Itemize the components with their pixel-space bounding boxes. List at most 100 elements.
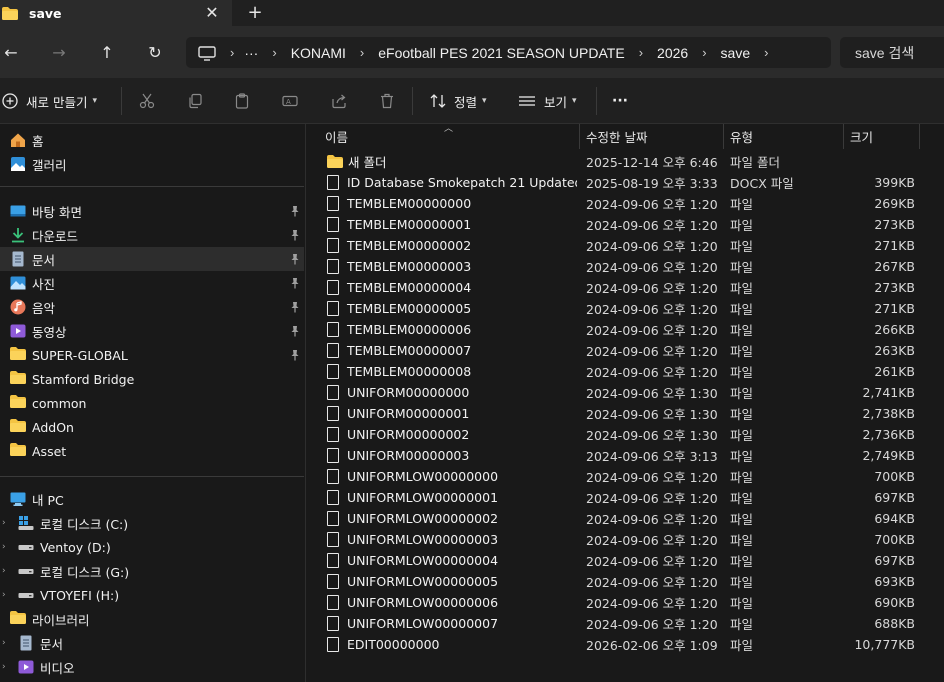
copy-icon[interactable] [185, 91, 205, 111]
column-header-name[interactable]: 이름 [325, 124, 348, 149]
sidebar-item-drive-1[interactable]: › Ventoy (D:) [0, 535, 304, 559]
sidebar-item-library-1[interactable]: › 비디오 [0, 655, 304, 679]
chevron-right-icon[interactable]: › [639, 45, 643, 60]
breadcrumb-more[interactable]: ··· [244, 45, 258, 61]
file-name-cell[interactable]: TEMBLEM00000007 [327, 340, 577, 361]
sidebar-item-super-global[interactable]: SUPER-GLOBAL [0, 343, 304, 367]
new-button[interactable]: 새로 만들기 ▾ [2, 78, 97, 124]
sidebar-item-libraries[interactable]: 라이브러리 [0, 607, 304, 631]
pin-icon[interactable] [289, 349, 301, 361]
sidebar-item-stamford-bridge[interactable]: Stamford Bridge [0, 367, 304, 391]
pin-icon[interactable] [289, 205, 301, 217]
sidebar-item-gallery[interactable]: 갤러리 [0, 152, 304, 176]
file-name-cell[interactable]: TEMBLEM00000001 [327, 214, 577, 235]
table-row[interactable]: TEMBLEM00000000 2024-09-06 오후 1:20 파일 269KB [307, 193, 944, 214]
table-row[interactable]: ID Database Smokepatch 21 Updated,... 202… [307, 172, 944, 193]
table-row[interactable]: TEMBLEM00000004 2024-09-06 오후 1:20 파일 273KB [307, 277, 944, 298]
table-row[interactable]: UNIFORMLOW00000003 2024-09-06 오후 1:20 파일 70… [307, 529, 944, 550]
refresh-button[interactable]: ↻ [141, 38, 169, 66]
file-name-cell[interactable]: UNIFORMLOW00000007 [327, 613, 577, 634]
file-name-cell[interactable]: UNIFORM00000003 [327, 445, 577, 466]
breadcrumb-konami[interactable]: KONAMI [291, 45, 346, 61]
breadcrumb-save[interactable]: save [721, 45, 751, 61]
file-name-cell[interactable]: UNIFORMLOW00000006 [327, 592, 577, 613]
table-row[interactable]: TEMBLEM00000007 2024-09-06 오후 1:20 파일 263KB [307, 340, 944, 361]
file-name-cell[interactable]: UNIFORMLOW00000004 [327, 550, 577, 571]
table-row[interactable]: UNIFORM00000001 2024-09-06 오후 1:30 파일 2,738… [307, 403, 944, 424]
column-divider[interactable] [579, 124, 580, 149]
file-name-cell[interactable]: UNIFORMLOW00000000 [327, 466, 577, 487]
file-name-cell[interactable]: UNIFORMLOW00000005 [327, 571, 577, 592]
table-row[interactable]: TEMBLEM00000002 2024-09-06 오후 1:20 파일 271KB [307, 235, 944, 256]
paste-icon[interactable] [232, 91, 252, 111]
chevron-right-icon[interactable]: › [2, 662, 6, 672]
file-name-cell[interactable]: UNIFORM00000000 [327, 382, 577, 403]
table-row[interactable]: TEMBLEM00000001 2024-09-06 오후 1:20 파일 273KB [307, 214, 944, 235]
sidebar-item-음악[interactable]: 음악 [0, 295, 304, 319]
table-row[interactable]: TEMBLEM00000003 2024-09-06 오후 1:20 파일 267KB [307, 256, 944, 277]
file-name-cell[interactable]: TEMBLEM00000003 [327, 256, 577, 277]
sidebar-item-home[interactable]: 홈 [0, 128, 304, 152]
file-name-cell[interactable]: TEMBLEM00000008 [327, 361, 577, 382]
breadcrumb-efootball[interactable]: eFootball PES 2021 SEASON UPDATE [378, 45, 624, 61]
forward-button[interactable]: → [45, 38, 73, 66]
file-name-cell[interactable]: TEMBLEM00000000 [327, 193, 577, 214]
rename-icon[interactable]: A [280, 91, 300, 111]
delete-icon[interactable] [377, 91, 397, 111]
file-name-cell[interactable]: TEMBLEM00000006 [327, 319, 577, 340]
chevron-right-icon[interactable]: › [2, 518, 6, 528]
new-tab-button[interactable]: + [244, 1, 266, 23]
pin-icon[interactable] [289, 253, 301, 265]
column-header-size[interactable]: 크기 [850, 124, 873, 149]
file-name-cell[interactable]: UNIFORMLOW00000003 [327, 529, 577, 550]
sidebar-item-this-pc[interactable]: 내 PC [0, 487, 304, 511]
sidebar-item-drive-2[interactable]: › 로컬 디스크 (G:) [0, 559, 304, 583]
sidebar-item-사진[interactable]: 사진 [0, 271, 304, 295]
share-icon[interactable] [329, 91, 349, 111]
pin-icon[interactable] [289, 325, 301, 337]
table-row[interactable]: UNIFORMLOW00000000 2024-09-06 오후 1:20 파일 70… [307, 466, 944, 487]
sidebar-item-common[interactable]: common [0, 391, 304, 415]
sidebar-item-다운로드[interactable]: 다운로드 [0, 223, 304, 247]
sidebar-item-문서[interactable]: 문서 [0, 247, 304, 271]
table-row[interactable]: UNIFORMLOW00000001 2024-09-06 오후 1:20 파일 69… [307, 487, 944, 508]
table-row[interactable]: UNIFORMLOW00000007 2024-09-06 오후 1:20 파일 68… [307, 613, 944, 634]
file-name-cell[interactable]: 새 폴더 [327, 151, 577, 172]
pin-icon[interactable] [289, 301, 301, 313]
table-row[interactable]: 새 폴더 2025-12-14 오후 6:46 파일 폴더 [307, 151, 944, 172]
pin-icon[interactable] [289, 229, 301, 241]
sidebar-item-바탕-화면[interactable]: 바탕 화면 [0, 199, 304, 223]
chevron-right-icon[interactable]: › [2, 566, 6, 576]
up-button[interactable]: ↑ [93, 38, 121, 66]
file-name-cell[interactable]: TEMBLEM00000005 [327, 298, 577, 319]
column-divider[interactable] [919, 124, 920, 149]
sidebar-item-drive-0[interactable]: › 로컬 디스크 (C:) [0, 511, 304, 535]
file-name-cell[interactable]: TEMBLEM00000004 [327, 277, 577, 298]
table-row[interactable]: UNIFORMLOW00000002 2024-09-06 오후 1:20 파일 69… [307, 508, 944, 529]
sidebar-item-addon[interactable]: AddOn [0, 415, 304, 439]
table-row[interactable]: TEMBLEM00000005 2024-09-06 오후 1:20 파일 271KB [307, 298, 944, 319]
column-header-type[interactable]: 유형 [730, 124, 753, 149]
table-row[interactable]: UNIFORMLOW00000006 2024-09-06 오후 1:20 파일 69… [307, 592, 944, 613]
chevron-right-icon[interactable]: › [230, 45, 234, 60]
monitor-icon[interactable] [198, 45, 216, 61]
chevron-right-icon[interactable]: › [360, 45, 364, 60]
file-name-cell[interactable]: UNIFORMLOW00000002 [327, 508, 577, 529]
column-divider[interactable] [843, 124, 844, 149]
table-row[interactable]: TEMBLEM00000006 2024-09-06 오후 1:20 파일 266KB [307, 319, 944, 340]
chevron-right-icon[interactable]: › [764, 45, 768, 60]
file-name-cell[interactable]: UNIFORM00000001 [327, 403, 577, 424]
chevron-right-icon[interactable]: › [2, 590, 6, 600]
chevron-right-icon[interactable]: › [272, 45, 276, 60]
table-row[interactable]: UNIFORM00000000 2024-09-06 오후 1:30 파일 2,741… [307, 382, 944, 403]
sidebar-item-library-0[interactable]: › 문서 [0, 631, 304, 655]
view-button[interactable]: 보기 ▾ [518, 78, 577, 124]
search-input[interactable]: save 검색 [840, 37, 944, 68]
column-divider[interactable] [723, 124, 724, 149]
table-row[interactable]: UNIFORM00000002 2024-09-06 오후 1:30 파일 2,736… [307, 424, 944, 445]
chevron-right-icon[interactable]: › [2, 638, 6, 648]
table-row[interactable]: UNIFORM00000003 2024-09-06 오후 3:13 파일 2,749… [307, 445, 944, 466]
chevron-right-icon[interactable]: › [2, 542, 6, 552]
more-options-button[interactable]: ··· [612, 78, 628, 124]
chevron-right-icon[interactable]: › [702, 45, 706, 60]
